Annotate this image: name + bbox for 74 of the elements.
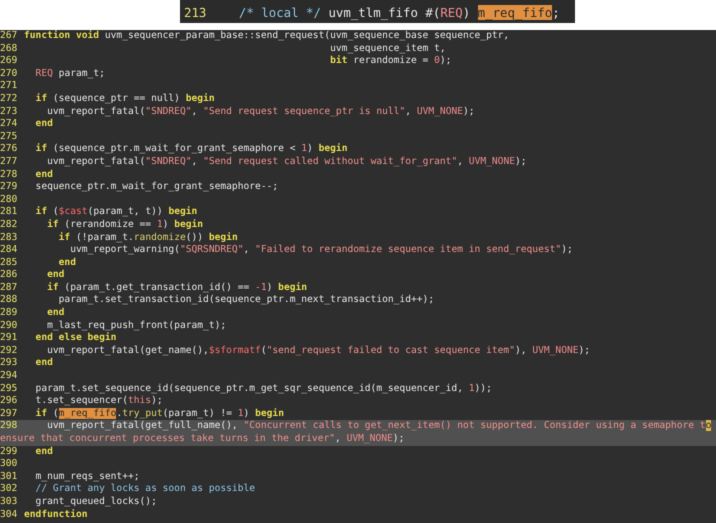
- line-number: 287: [0, 282, 18, 294]
- line-number: 280: [0, 194, 18, 206]
- code-line: endfunction: [24, 508, 88, 522]
- line-number: 291: [0, 332, 18, 345]
- code-line: uvm_sequence_item t,: [329, 42, 446, 55]
- code-line: param_t.set_sequence_id(sequence_ptr.m_get_sqr_sequence_id(m_sequencer_id, 1));: [34, 382, 492, 396]
- code-line: // Grant any locks as soon as possible: [34, 483, 256, 496]
- line-number: 285: [0, 256, 18, 270]
- line-number: 268: [0, 42, 18, 56]
- line-number: 278: [0, 168, 18, 182]
- code-line: end: [34, 446, 53, 458]
- code-line: end: [46, 269, 64, 282]
- line-number: 304: [0, 508, 18, 522]
- line-number: 272: [0, 92, 18, 106]
- line-number: 296: [0, 395, 18, 408]
- line-number: 298: [0, 420, 18, 433]
- code-line: m_last_req_push_front(param_t);: [46, 320, 226, 332]
- code-line: end: [34, 357, 53, 370]
- line-number: 283: [0, 232, 18, 244]
- line-number: 273: [0, 106, 18, 118]
- line-number: 297: [0, 408, 18, 420]
- line-number: 288: [0, 294, 18, 308]
- code-line: sequence_ptr.m_wait_for_grant_semaphore--;: [34, 181, 278, 194]
- code-line: ensure that concurrent processes take turns in the driver", UVM_NONE);: [0, 433, 404, 446]
- line-number: 290: [0, 320, 18, 332]
- code-line: uvm_report_warning("SQRSNDREQ", "Failed to rerandomize sequence item in send_request");: [69, 244, 573, 257]
- code-line: uvm_report_fatal(get_full_name(), "Concurrent calls to get_next_item() not supported. Consider using a semaphore to: [46, 420, 712, 433]
- line-number: 292: [0, 344, 18, 358]
- code-line: m_num_reqs_sent++;: [34, 470, 140, 484]
- code-line: uvm_report_fatal(get_name(),$sformatf("send_request failed to cast sequence item"), UVM_NONE);: [46, 344, 590, 358]
- line-number: 299: [0, 446, 18, 458]
- code-line: if (param_t.get_transaction_id() == -1) begin: [46, 282, 308, 294]
- line-number: 269: [0, 55, 18, 68]
- line-number: 300: [0, 458, 18, 471]
- code-line: if (sequence_ptr == null) begin: [34, 92, 215, 106]
- code-line: end: [34, 118, 53, 131]
- code-line: uvm_report_fatal("SNDREQ", "Send request sequence_ptr is null", UVM_NONE);: [46, 106, 475, 118]
- line-number: 293: [0, 357, 18, 370]
- line-number: 281: [0, 206, 18, 219]
- code-line: end else begin: [34, 332, 116, 345]
- line-number: 301: [0, 470, 18, 484]
- code-line: /* local */ uvm_tlm_fifo #(REQ) m_req_fifo;: [238, 4, 560, 22]
- line-number: 284: [0, 244, 18, 257]
- line-number: 279: [0, 181, 18, 194]
- line-number: 303: [0, 496, 18, 509]
- line-number: 295: [0, 382, 18, 396]
- line-number: 270: [0, 68, 18, 80]
- line-number: 286: [0, 269, 18, 282]
- code-line: end: [58, 256, 76, 270]
- line-number: 274: [0, 118, 18, 131]
- code-line: REQ param_t;: [34, 68, 105, 80]
- code-line: function void uvm_sequencer_param_base::send_request(uvm_sequence_base sequence_ptr,: [24, 30, 510, 43]
- code-line: if (sequence_ptr.m_wait_for_grant_semaphore < 1) begin: [34, 143, 348, 156]
- code-line: grant_queued_locks();: [34, 496, 157, 509]
- line-number: 271: [0, 80, 18, 93]
- code-line: end: [34, 168, 53, 182]
- line-number: 267: [0, 30, 18, 43]
- line-number: 277: [0, 156, 18, 169]
- code-line: if (m_req_fifo.try_put(param_t) != 1) begin: [34, 408, 284, 420]
- code-line: if (rerandomize == 1) begin: [46, 218, 204, 232]
- code-line: end: [46, 307, 64, 320]
- line-number: 289: [0, 307, 18, 320]
- code-line: t.set_sequencer(this);: [34, 395, 163, 408]
- line-number: 213: [184, 4, 208, 22]
- line-number: 294: [0, 370, 18, 383]
- line-number: 275: [0, 130, 18, 144]
- code-line: if (!param_t.randomize()) begin: [58, 232, 238, 244]
- code-line: uvm_report_fatal("SNDREQ", "Send request called without wait_for_grant", UVM_NONE);: [46, 156, 527, 169]
- code-line: bit rerandomize = 0);: [329, 55, 452, 68]
- code-line: if ($cast(param_t, t)) begin: [34, 206, 198, 219]
- line-number: 302: [0, 483, 18, 496]
- line-number: 276: [0, 143, 18, 156]
- code-line: param_t.set_transaction_id(sequence_ptr.m_next_transaction_id++);: [58, 294, 434, 308]
- line-number: 282: [0, 218, 18, 232]
